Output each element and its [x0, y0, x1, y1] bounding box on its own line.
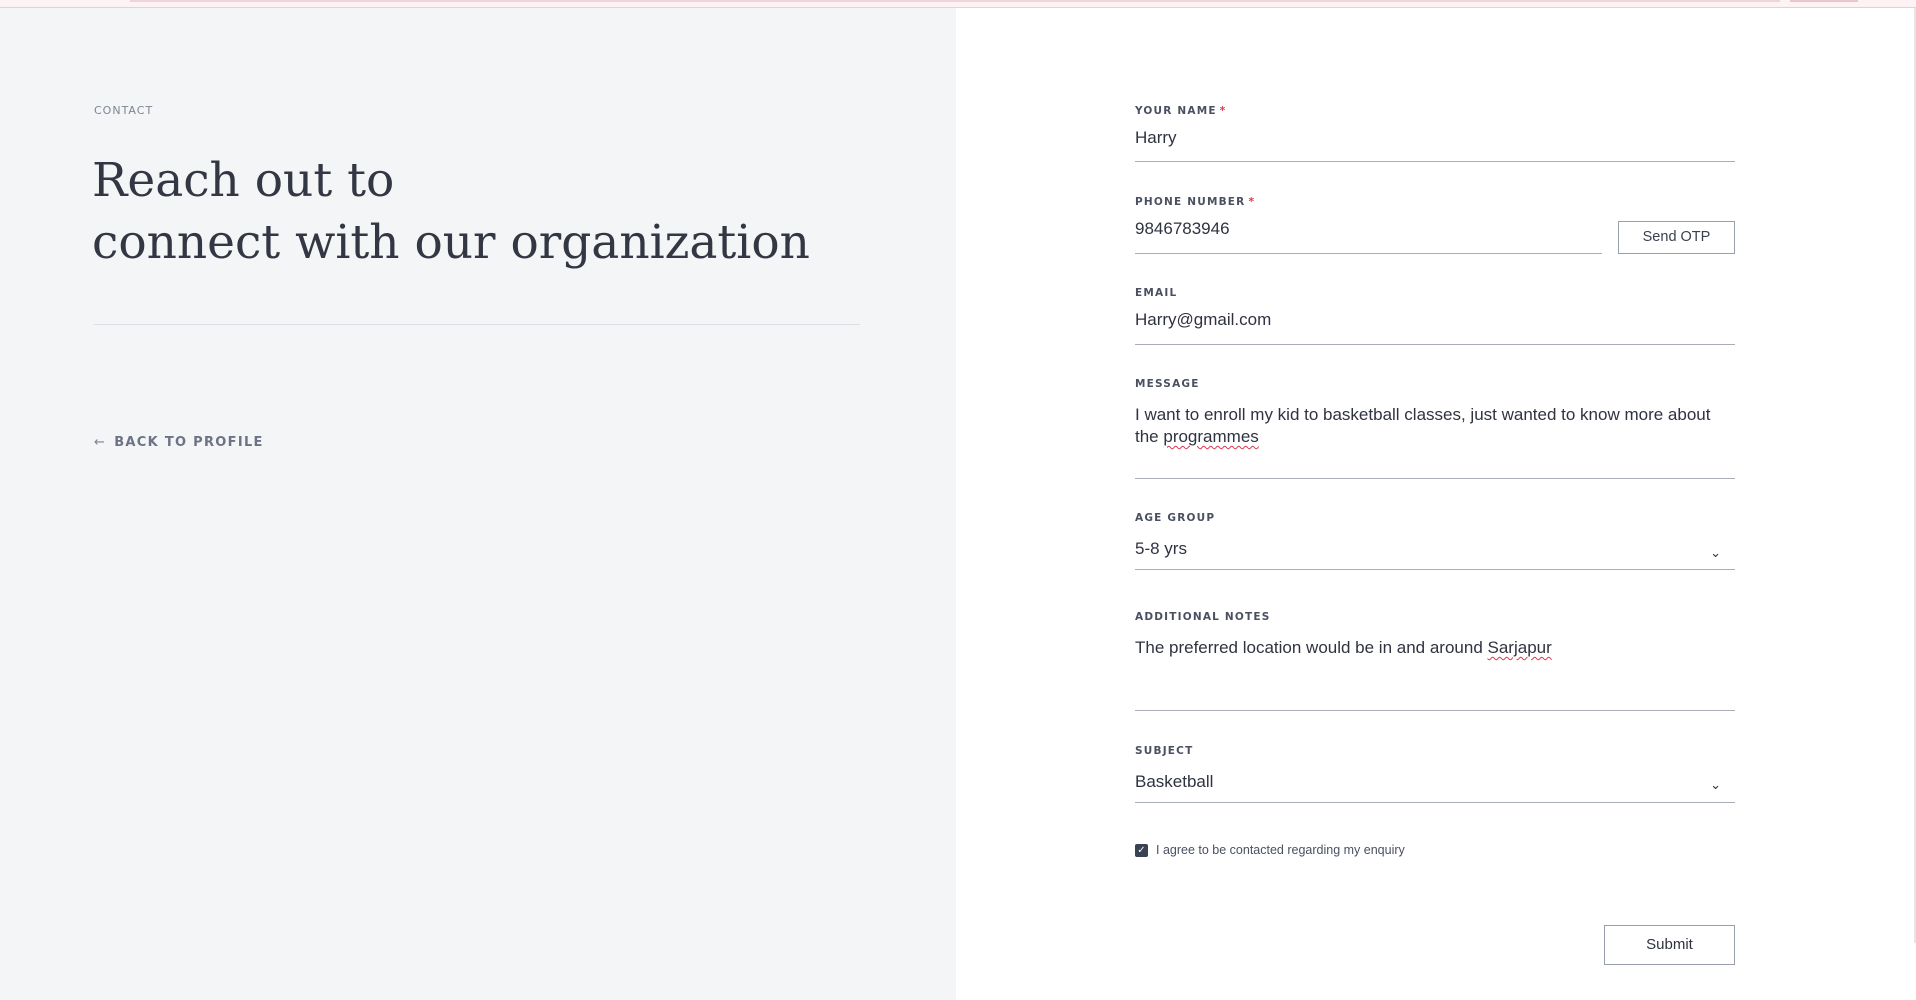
name-input[interactable]: Harry: [1135, 127, 1735, 149]
top-strip: [0, 0, 1916, 8]
consent-row: ✓ I agree to be contacted regarding my e…: [1135, 843, 1405, 857]
email-label: EMAIL: [1135, 287, 1178, 299]
notes-textarea[interactable]: The preferred location would be in and a…: [1135, 637, 1735, 659]
top-strip-line: [130, 0, 1780, 2]
chevron-down-icon[interactable]: ⌄: [1710, 778, 1721, 793]
divider: [94, 324, 860, 325]
age-group-underline: [1135, 569, 1735, 570]
arrow-left-icon: ←: [94, 435, 107, 450]
message-textarea[interactable]: I want to enroll my kid to basketball cl…: [1135, 404, 1735, 448]
send-otp-button[interactable]: Send OTP: [1618, 221, 1735, 254]
message-underline: [1135, 478, 1735, 479]
consent-checkbox[interactable]: ✓: [1135, 843, 1148, 857]
notes-text: The preferred location would be in and a…: [1135, 638, 1488, 657]
message-label: MESSAGE: [1135, 378, 1200, 390]
email-field: EMAIL Harry@gmail.com: [1135, 287, 1735, 345]
name-label: YOUR NAME *: [1135, 105, 1735, 117]
required-marker: *: [1248, 196, 1256, 208]
phone-underline: [1135, 253, 1602, 254]
subject-select[interactable]: Basketball: [1135, 771, 1735, 793]
phone-label-text: PHONE NUMBER: [1135, 196, 1246, 208]
contact-form-panel: [956, 8, 1916, 1000]
page-title: Reach out to connect with our organizati…: [92, 150, 872, 274]
subject-label: SUBJECT: [1135, 745, 1194, 757]
age-group-label: AGE GROUP: [1135, 512, 1216, 524]
back-to-profile-link[interactable]: ← BACK TO PROFILE: [94, 435, 264, 450]
spellcheck-word: programmes: [1163, 427, 1259, 446]
submit-button[interactable]: Submit: [1604, 925, 1735, 965]
notes-label: ADDITIONAL NOTES: [1135, 611, 1271, 623]
phone-input[interactable]: 9846783946: [1135, 218, 1602, 240]
message-field: MESSAGE I want to enroll my kid to baske…: [1135, 378, 1735, 479]
title-line-2: connect with our organization: [92, 215, 810, 270]
title-line-1: Reach out to: [92, 153, 395, 208]
age-group-field: AGE GROUP 5-8 yrs ⌄: [1135, 512, 1735, 570]
section-eyebrow: CONTACT: [94, 104, 154, 117]
name-underline: [1135, 161, 1735, 162]
required-marker: *: [1219, 105, 1227, 117]
back-link-label: BACK TO PROFILE: [114, 435, 264, 450]
spellcheck-word: Sarjapur: [1487, 638, 1552, 657]
phone-label: PHONE NUMBER *: [1135, 196, 1602, 208]
top-strip-nub: [1790, 0, 1858, 2]
notes-field: ADDITIONAL NOTES The preferred location …: [1135, 611, 1735, 711]
name-label-text: YOUR NAME: [1135, 105, 1217, 117]
name-field: YOUR NAME * Harry: [1135, 105, 1735, 162]
age-group-select[interactable]: 5-8 yrs: [1135, 538, 1735, 560]
subject-underline: [1135, 802, 1735, 803]
email-underline: [1135, 344, 1735, 345]
chevron-down-icon[interactable]: ⌄: [1710, 546, 1721, 561]
subject-field: SUBJECT Basketball ⌄: [1135, 745, 1735, 803]
notes-underline: [1135, 710, 1735, 711]
phone-field: PHONE NUMBER * 9846783946: [1135, 196, 1602, 254]
consent-label: I agree to be contacted regarding my enq…: [1156, 843, 1405, 857]
email-input[interactable]: Harry@gmail.com: [1135, 309, 1735, 331]
